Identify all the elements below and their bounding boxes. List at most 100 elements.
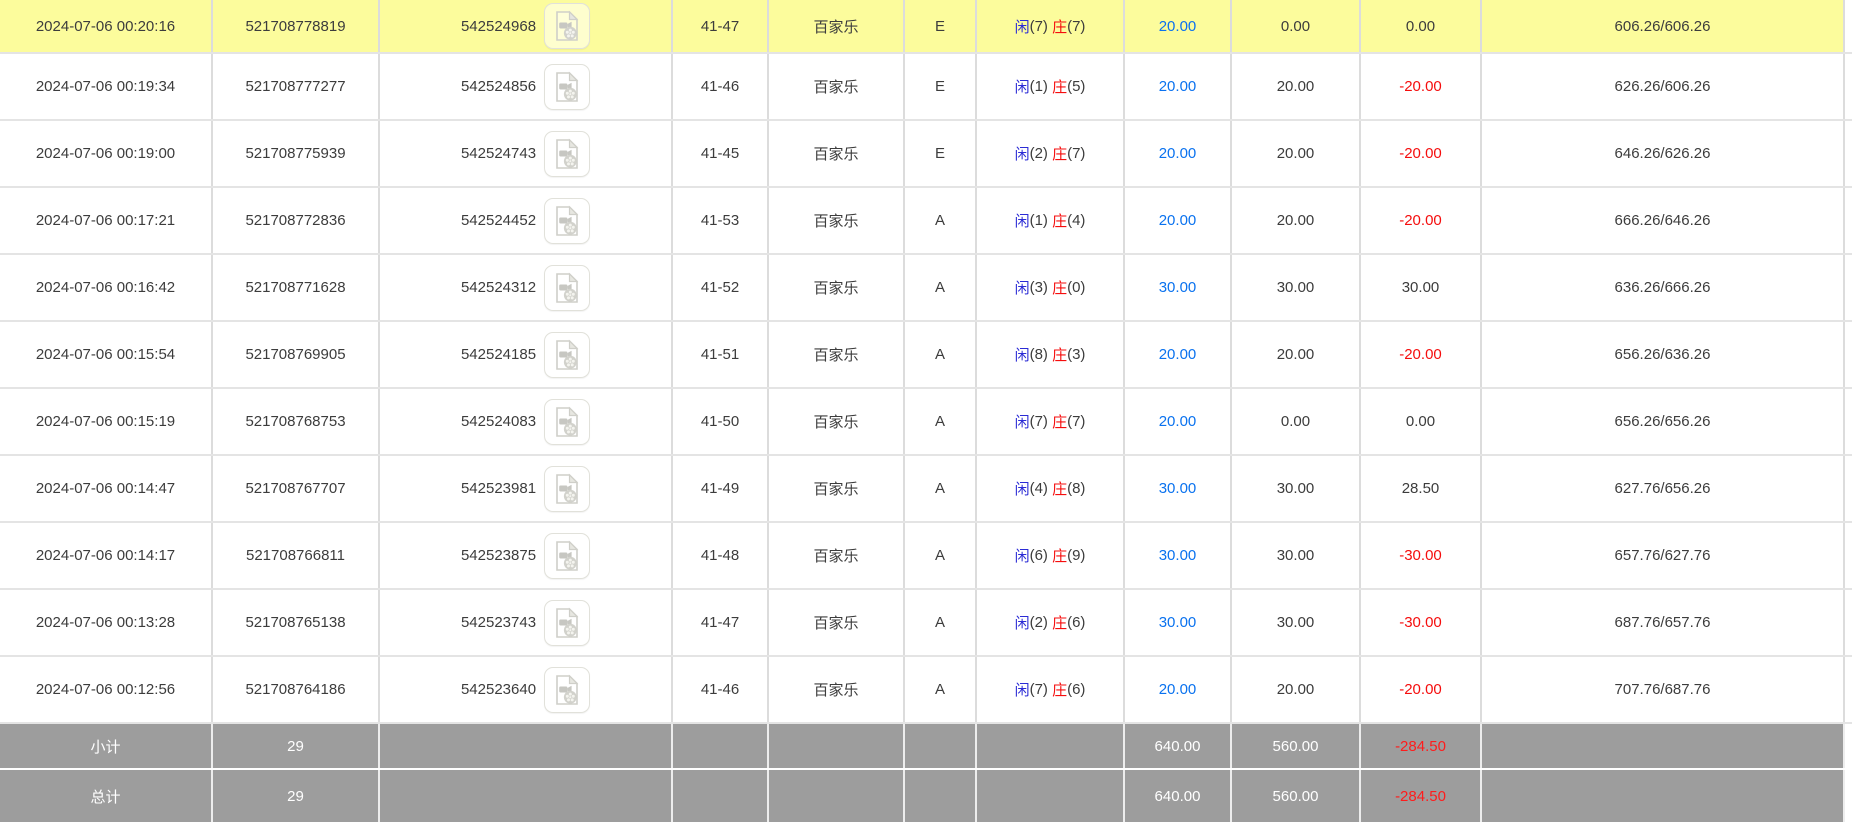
valid-amount-cell: 0.00 xyxy=(1232,389,1361,454)
bet-id-cell: 521708765138 xyxy=(213,590,380,655)
table-row[interactable]: 2024-07-06 00:15:54521708769905542524185… xyxy=(0,322,1852,389)
table-row[interactable]: 2024-07-06 00:12:56521708764186542523640… xyxy=(0,657,1852,724)
game-id-value: 542523640 xyxy=(461,681,536,698)
game-type-cell: 百家乐 xyxy=(769,54,905,119)
video-replay-button[interactable] xyxy=(544,198,590,244)
bet-amount-cell: 20.00 xyxy=(1125,121,1232,186)
table-round-cell: 41-49 xyxy=(673,456,769,521)
edge-spacer-cell xyxy=(1845,322,1852,387)
grand-total-row: 总计29640.00560.00-284.50 xyxy=(0,770,1852,824)
game-type-cell: 百家乐 xyxy=(769,456,905,521)
win-loss-cell: -20.00 xyxy=(1361,121,1482,186)
balance-cell: 666.26/646.26 xyxy=(1482,188,1845,253)
win-loss-cell: -20.00 xyxy=(1361,657,1482,722)
game-type-cell: 百家乐 xyxy=(769,0,905,52)
valid-amount-cell: 30.00 xyxy=(1232,523,1361,588)
valid-amount-cell: 20.00 xyxy=(1232,657,1361,722)
table-round-cell: 41-48 xyxy=(673,523,769,588)
time-cell: 2024-07-06 00:19:00 xyxy=(0,121,213,186)
table-row[interactable]: 2024-07-06 00:14:47521708767707542523981… xyxy=(0,456,1852,523)
edge-spacer-cell xyxy=(1845,456,1852,521)
subtotal-row: 小计29640.00560.00-284.50 xyxy=(0,724,1852,770)
game-type-cell: 百家乐 xyxy=(769,188,905,253)
video-replay-button[interactable] xyxy=(544,265,590,311)
player-label: 闲 xyxy=(1015,76,1030,97)
video-file-icon xyxy=(553,339,581,371)
table-round-cell: 41-47 xyxy=(673,0,769,52)
table-row[interactable]: 2024-07-06 00:16:42521708771628542524312… xyxy=(0,255,1852,322)
result-cell: 闲(7) 庄(7) xyxy=(977,0,1125,52)
video-replay-button[interactable] xyxy=(544,64,590,110)
game-id-cell: 542524185 xyxy=(380,322,673,387)
summary-empty-cell xyxy=(977,770,1125,822)
result-cell: 闲(2) 庄(7) xyxy=(977,121,1125,186)
bet-id-cell: 521708769905 xyxy=(213,322,380,387)
video-file-icon xyxy=(553,406,581,438)
summary-empty-cell xyxy=(380,770,673,822)
game-id-cell: 542523640 xyxy=(380,657,673,722)
game-id-value: 542524083 xyxy=(461,413,536,430)
game-id-cell: 542524856 xyxy=(380,54,673,119)
bet-amount-cell: 20.00 xyxy=(1125,0,1232,52)
balance-cell: 657.76/627.76 xyxy=(1482,523,1845,588)
time-cell: 2024-07-06 00:15:19 xyxy=(0,389,213,454)
bet-amount-cell: 20.00 xyxy=(1125,54,1232,119)
time-cell: 2024-07-06 00:16:42 xyxy=(0,255,213,320)
table-round-cell: 41-46 xyxy=(673,657,769,722)
balance-cell: 606.26/606.26 xyxy=(1482,0,1845,52)
video-replay-button[interactable] xyxy=(544,667,590,713)
time-cell: 2024-07-06 00:17:21 xyxy=(0,188,213,253)
game-id-cell: 542524452 xyxy=(380,188,673,253)
video-replay-button[interactable] xyxy=(544,399,590,445)
player-label: 闲 xyxy=(1015,277,1030,298)
video-file-icon xyxy=(553,607,581,639)
table-row[interactable]: 2024-07-06 00:19:00521708775939542524743… xyxy=(0,121,1852,188)
game-id-value: 542523875 xyxy=(461,547,536,564)
player-label: 闲 xyxy=(1015,478,1030,499)
game-type-cell: 百家乐 xyxy=(769,590,905,655)
game-id-value: 542523743 xyxy=(461,614,536,631)
video-file-icon xyxy=(553,272,581,304)
result-cell: 闲(6) 庄(9) xyxy=(977,523,1125,588)
video-file-icon xyxy=(553,674,581,706)
bet-amount-cell: 20.00 xyxy=(1125,389,1232,454)
game-id-value: 542524968 xyxy=(461,18,536,35)
game-id-cell: 542523743 xyxy=(380,590,673,655)
player-label: 闲 xyxy=(1015,210,1030,231)
summary-label-cell: 总计 xyxy=(0,770,213,822)
win-loss-cell: -20.00 xyxy=(1361,322,1482,387)
video-replay-button[interactable] xyxy=(544,131,590,177)
summary-empty-cell xyxy=(905,770,977,822)
win-loss-cell: -20.00 xyxy=(1361,188,1482,253)
table-row[interactable]: 2024-07-06 00:13:28521708765138542523743… xyxy=(0,590,1852,657)
summary-empty-cell xyxy=(673,770,769,822)
balance-cell: 626.26/606.26 xyxy=(1482,54,1845,119)
valid-amount-cell: 20.00 xyxy=(1232,188,1361,253)
video-replay-button[interactable] xyxy=(544,332,590,378)
result-cell: 闲(7) 庄(6) xyxy=(977,657,1125,722)
summary-win-loss-total-cell: -284.50 xyxy=(1361,770,1482,822)
video-replay-button[interactable] xyxy=(544,466,590,512)
table-row[interactable]: 2024-07-06 00:19:34521708777277542524856… xyxy=(0,54,1852,121)
table-row[interactable]: 2024-07-06 00:17:21521708772836542524452… xyxy=(0,188,1852,255)
balance-cell: 636.26/666.26 xyxy=(1482,255,1845,320)
video-replay-button[interactable] xyxy=(544,600,590,646)
game-id-value: 542524452 xyxy=(461,212,536,229)
banker-label: 庄 xyxy=(1052,210,1067,231)
video-replay-button[interactable] xyxy=(544,3,590,49)
summary-label-cell: 小计 xyxy=(0,724,213,768)
edge-spacer-cell xyxy=(1845,188,1852,253)
bet-id-cell: 521708767707 xyxy=(213,456,380,521)
player-label: 闲 xyxy=(1015,344,1030,365)
win-loss-cell: 28.50 xyxy=(1361,456,1482,521)
game-id-value: 542524856 xyxy=(461,78,536,95)
table-round-cell: 41-50 xyxy=(673,389,769,454)
summary-empty-cell xyxy=(769,770,905,822)
edge-spacer-cell xyxy=(1845,657,1852,722)
valid-amount-cell: 30.00 xyxy=(1232,456,1361,521)
table-row[interactable]: 2024-07-06 00:15:19521708768753542524083… xyxy=(0,389,1852,456)
table-row[interactable]: 2024-07-06 00:14:17521708766811542523875… xyxy=(0,523,1852,590)
video-replay-button[interactable] xyxy=(544,533,590,579)
game-type-cell: 百家乐 xyxy=(769,322,905,387)
table-row[interactable]: 2024-07-06 00:20:16521708778819542524968… xyxy=(0,0,1852,54)
